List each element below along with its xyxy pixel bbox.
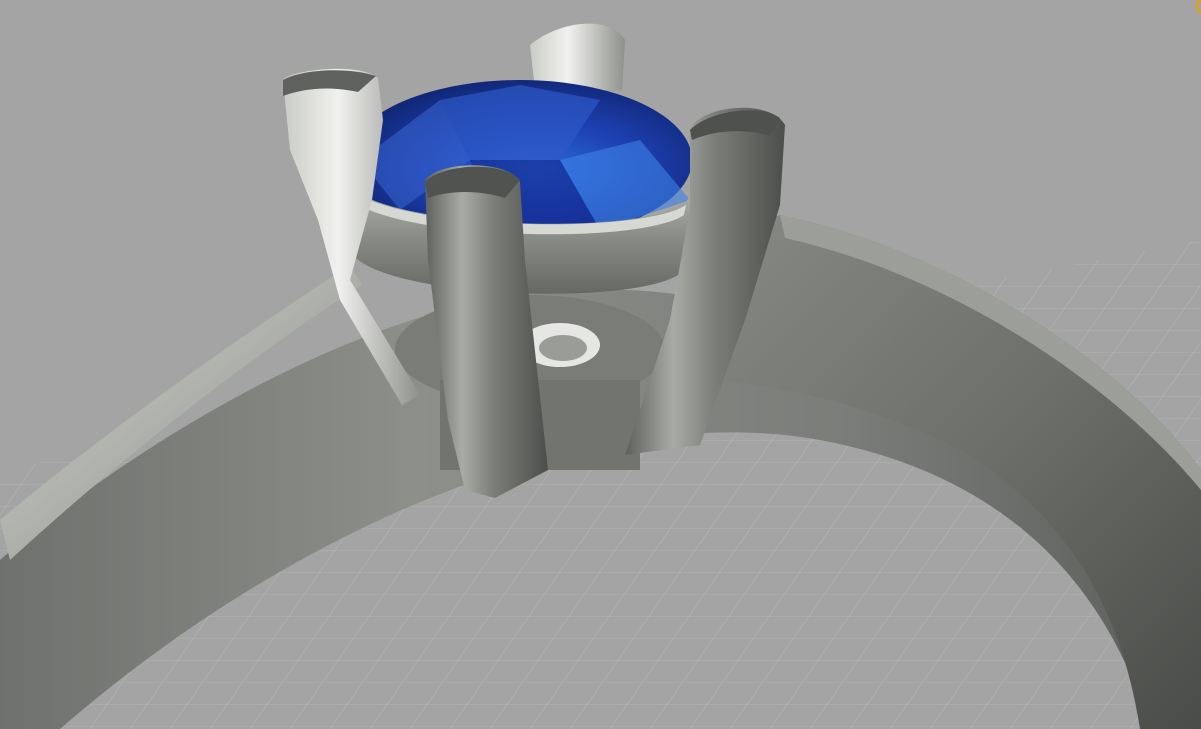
viewport-corner-indicator bbox=[1195, 0, 1201, 14]
viewport-canvas[interactable] bbox=[0, 0, 1201, 729]
3d-viewport[interactable] bbox=[0, 0, 1201, 729]
corner-marker-icon bbox=[1195, 0, 1201, 14]
